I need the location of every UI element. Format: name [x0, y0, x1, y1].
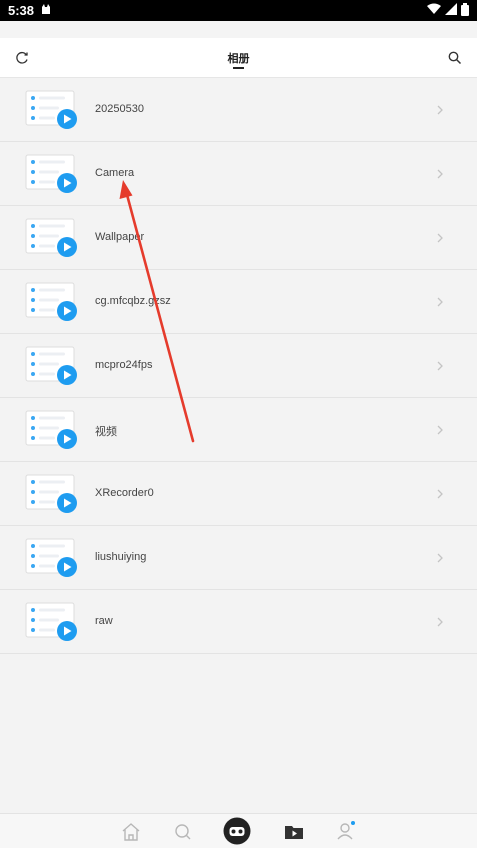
search-icon[interactable] [447, 50, 463, 66]
album-name: liushuiying [95, 551, 147, 563]
album-row[interactable]: Wallpaper [0, 206, 477, 270]
playlist-video-icon [25, 602, 77, 642]
album-name: 视频 [95, 426, 117, 438]
playlist-video-icon [25, 474, 77, 514]
album-name: XRecorder0 [95, 487, 154, 499]
album-name: cg.mfcqbz.gzsz [95, 295, 171, 307]
playlist-video-icon [25, 410, 77, 450]
album-row[interactable]: Camera [0, 142, 477, 206]
playlist-video-icon [25, 154, 77, 194]
chevron-right-icon [436, 359, 444, 371]
chevron-right-icon [436, 423, 444, 435]
search-icon[interactable] [171, 820, 195, 844]
chevron-right-icon [436, 103, 444, 115]
album-row[interactable]: 视频 [0, 398, 477, 462]
album-row[interactable]: mcpro24fps [0, 334, 477, 398]
page-title[interactable]: 相册 [0, 50, 477, 66]
status-bar: 5:38 [0, 0, 477, 21]
album-row[interactable]: XRecorder0 [0, 462, 477, 526]
wifi-icon [427, 3, 441, 18]
notification-icon [40, 3, 52, 18]
chevron-right-icon [436, 231, 444, 243]
album-row[interactable]: cg.mfcqbz.gzsz [0, 270, 477, 334]
album-name: Wallpaper [95, 231, 145, 243]
status-time: 5:38 [8, 3, 35, 18]
playlist-video-icon [25, 538, 77, 578]
chevron-right-icon [436, 167, 444, 179]
vr-icon[interactable] [223, 817, 251, 845]
album-name: Camera [95, 167, 135, 179]
title-underline [233, 67, 244, 69]
home-icon[interactable] [119, 820, 143, 844]
user-icon[interactable] [334, 820, 358, 844]
album-name: 20250530 [95, 103, 144, 115]
playlist-video-icon [25, 90, 77, 130]
chevron-right-icon [436, 487, 444, 499]
signal-icon [445, 3, 457, 18]
album-name: mcpro24fps [95, 359, 153, 371]
chevron-right-icon [436, 615, 444, 627]
chevron-right-icon [436, 551, 444, 563]
bottom-nav [0, 813, 477, 848]
app-header: 相册 [0, 38, 477, 78]
battery-icon [461, 2, 469, 19]
album-row[interactable]: liushuiying [0, 526, 477, 590]
album-name: raw [95, 615, 113, 627]
album-list: 20250530 Camera Wallpaper cg.mfcqbz.gzsz… [0, 78, 477, 654]
playlist-video-icon [25, 346, 77, 386]
chevron-right-icon [436, 295, 444, 307]
album-row[interactable]: raw [0, 590, 477, 654]
status-spacer [0, 21, 477, 38]
playlist-video-icon [25, 218, 77, 258]
video-folder-icon[interactable] [282, 820, 306, 844]
playlist-video-icon [25, 282, 77, 322]
album-row[interactable]: 20250530 [0, 78, 477, 142]
